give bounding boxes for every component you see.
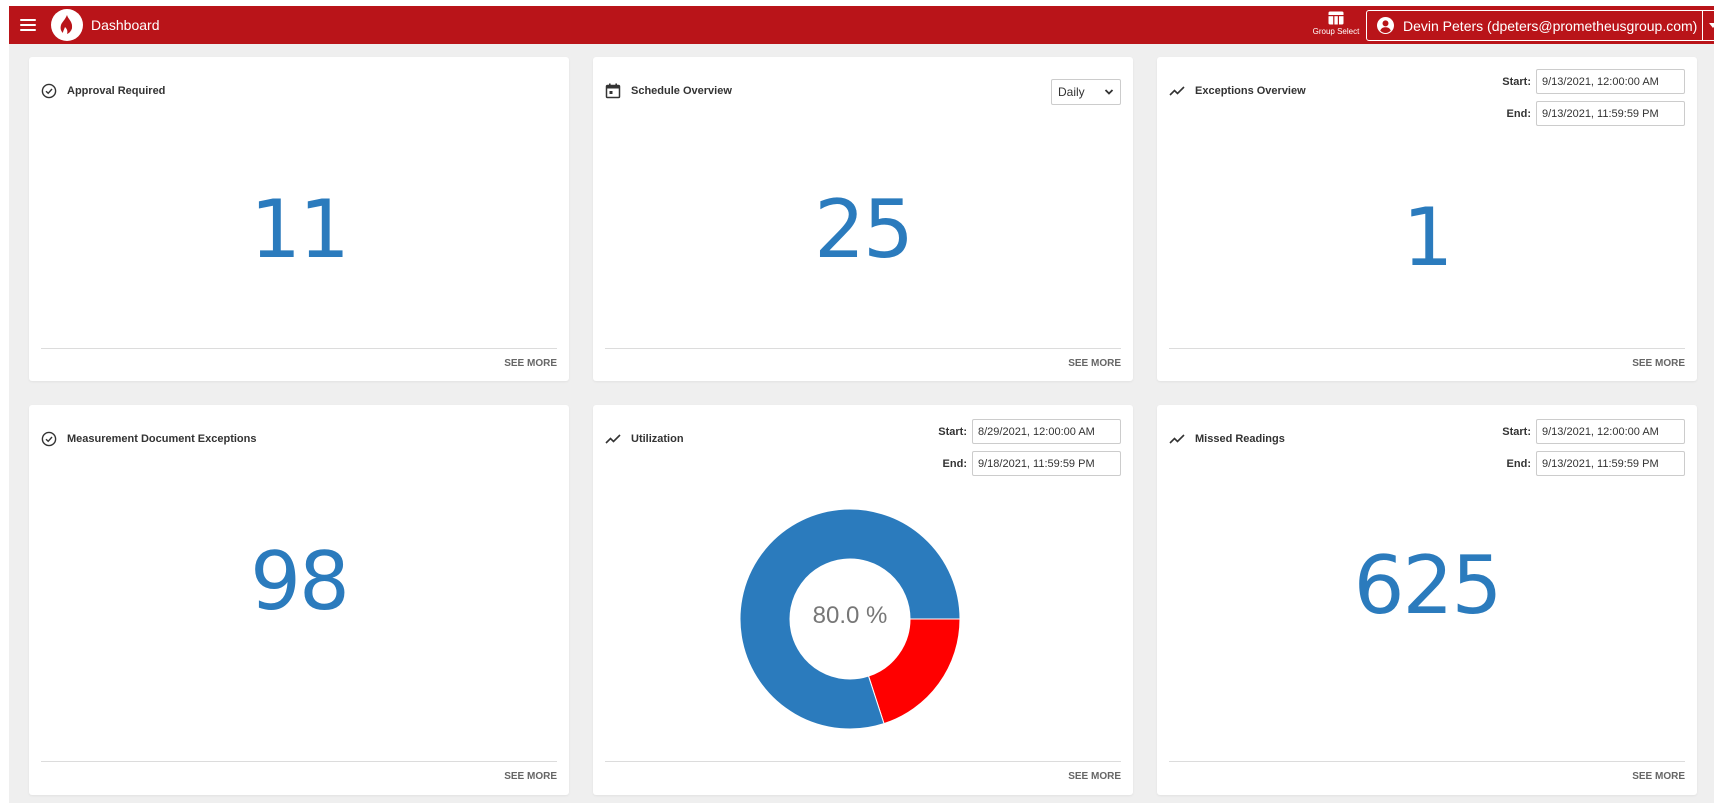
see-more-link[interactable]: SEE MORE	[1068, 358, 1121, 369]
user-avatar-icon	[1377, 17, 1394, 34]
start-label: Start:	[938, 425, 967, 438]
end-date-row: End:	[943, 451, 1121, 476]
donut-slice-not-utilized[interactable]	[867, 618, 961, 725]
card-divider	[41, 348, 557, 349]
trend-line-icon	[1169, 86, 1185, 96]
card-divider	[605, 761, 1121, 762]
top-navigation-bar: Dashboard Group Select Devin Peters (dpe…	[9, 6, 1714, 44]
card-divider	[605, 348, 1121, 349]
card-header: Approval Required	[41, 83, 165, 99]
trend-line-icon	[1169, 434, 1185, 444]
end-date-input[interactable]	[1536, 101, 1685, 126]
card-divider	[1169, 761, 1685, 762]
utilization-donut-chart: 80.0 %	[739, 508, 961, 730]
user-dropdown-caret-icon[interactable]	[1702, 11, 1714, 40]
calendar-icon	[605, 83, 621, 99]
exceptions-overview-card: Exceptions Overview Start: End: 1 SEE MO…	[1157, 57, 1697, 381]
app-title[interactable]: Dashboard	[91, 17, 160, 33]
end-date-input[interactable]	[1536, 451, 1685, 476]
measurement-count[interactable]: 98	[29, 535, 569, 628]
user-name-label: Devin Peters (dpeters@prometheusgroup.co…	[1403, 17, 1698, 34]
card-title: Schedule Overview	[631, 85, 732, 97]
table-icon	[1328, 11, 1344, 25]
end-date-input[interactable]	[972, 451, 1121, 476]
end-label: End:	[1506, 457, 1531, 470]
group-select-label: Group Select	[1312, 27, 1360, 36]
card-title: Utilization	[631, 433, 684, 445]
card-divider	[41, 761, 557, 762]
missed-readings-card: Missed Readings Start: End: 625 SEE MORE	[1157, 405, 1697, 795]
check-circle-icon	[41, 431, 57, 447]
period-select-value: Daily	[1058, 85, 1085, 99]
start-date-row: Start:	[1502, 419, 1685, 444]
card-header: Utilization	[605, 431, 684, 447]
exceptions-count[interactable]: 1	[1157, 191, 1697, 284]
see-more-link[interactable]: SEE MORE	[504, 358, 557, 369]
see-more-link[interactable]: SEE MORE	[1632, 771, 1685, 782]
schedule-overview-card: Schedule Overview Daily 25 SEE MORE	[593, 57, 1133, 381]
donut-center-label: 80.0 %	[812, 602, 888, 629]
end-date-row: End:	[1507, 451, 1685, 476]
start-date-row: Start:	[1502, 69, 1685, 94]
group-select-button[interactable]: Group Select	[1310, 8, 1362, 44]
period-select[interactable]: Daily	[1051, 79, 1121, 105]
approval-required-card: Approval Required 11 SEE MORE	[29, 57, 569, 381]
see-more-link[interactable]: SEE MORE	[1632, 358, 1685, 369]
start-date-input[interactable]	[972, 419, 1121, 444]
end-label: End:	[1506, 107, 1531, 120]
flame-icon	[60, 15, 73, 34]
card-header: Schedule Overview	[605, 83, 732, 99]
card-header: Measurement Document Exceptions	[41, 431, 257, 447]
utilization-card: Utilization Start: End: 80.0 % SEE MORE	[593, 405, 1133, 795]
card-title: Exceptions Overview	[1195, 85, 1306, 97]
trend-line-icon	[605, 434, 621, 444]
missed-readings-count[interactable]: 625	[1157, 539, 1697, 632]
start-label: Start:	[1502, 425, 1531, 438]
chevron-down-icon	[1104, 89, 1114, 95]
measurement-document-exceptions-card: Measurement Document Exceptions 98 SEE M…	[29, 405, 569, 795]
start-date-input[interactable]	[1536, 419, 1685, 444]
schedule-count[interactable]: 25	[593, 183, 1133, 276]
card-header: Exceptions Overview	[1169, 83, 1306, 99]
end-date-row: End:	[1507, 101, 1685, 126]
start-label: Start:	[1502, 75, 1531, 88]
prometheus-logo[interactable]	[51, 9, 83, 41]
card-title: Missed Readings	[1195, 433, 1285, 445]
card-title: Approval Required	[67, 85, 166, 97]
start-date-input[interactable]	[1536, 69, 1685, 94]
approval-count[interactable]: 11	[29, 183, 569, 276]
card-header: Missed Readings	[1169, 431, 1285, 447]
check-circle-icon	[41, 83, 57, 99]
start-date-row: Start:	[938, 419, 1121, 444]
end-label: End:	[942, 457, 967, 470]
see-more-link[interactable]: SEE MORE	[1068, 771, 1121, 782]
user-account-button[interactable]: Devin Peters (dpeters@prometheusgroup.co…	[1366, 10, 1714, 41]
card-divider	[1169, 348, 1685, 349]
see-more-link[interactable]: SEE MORE	[504, 771, 557, 782]
hamburger-menu-icon[interactable]	[20, 15, 40, 35]
card-title: Measurement Document Exceptions	[67, 433, 257, 445]
